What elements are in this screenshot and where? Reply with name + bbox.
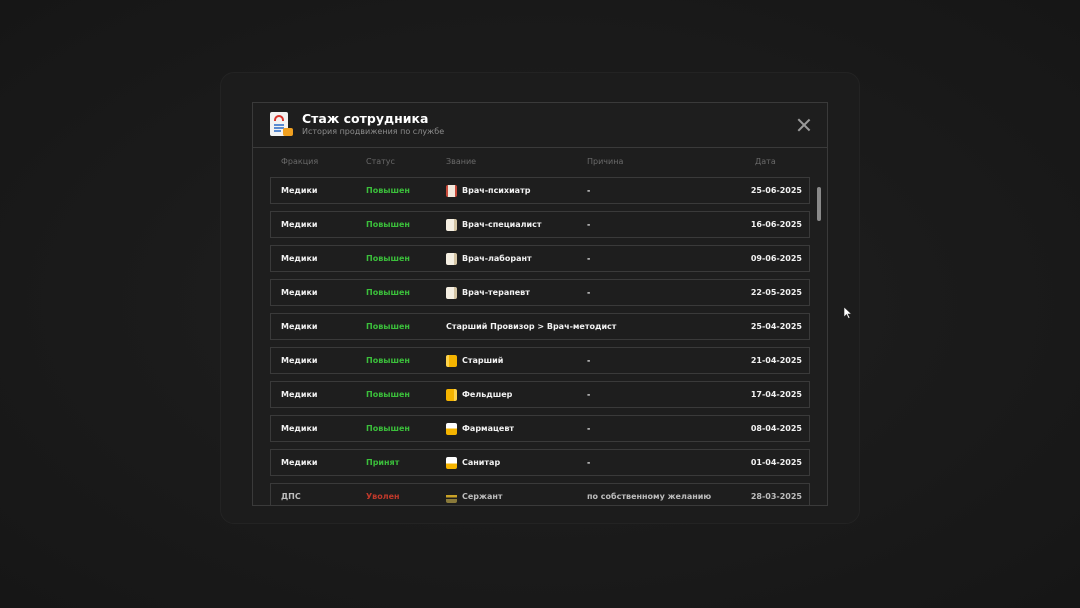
senior-coat-icon: [446, 355, 457, 367]
table-row[interactable]: Медики Повышен Фельдшер - 17-04-2025: [270, 381, 810, 408]
row-status: Повышен: [366, 356, 410, 365]
doctor-coat-icon: [446, 253, 457, 265]
row-rank: Врач-лаборант: [462, 254, 532, 263]
table-row[interactable]: Медики Повышен Врач-специалист - 16-06-2…: [270, 211, 810, 238]
row-reason: -: [587, 186, 591, 195]
column-header-faction: Фракция: [281, 157, 319, 166]
row-rank: Санитар: [462, 458, 501, 467]
row-faction: Медики: [281, 458, 318, 467]
history-list[interactable]: Медики Повышен Врач-психиатр - 25-06-202…: [270, 177, 810, 505]
row-status: Повышен: [366, 220, 410, 229]
table-header: Фракция Статус Звание Причина Дата: [253, 157, 827, 171]
column-header-date: Дата: [755, 157, 776, 166]
column-header-rank: Звание: [446, 157, 477, 166]
row-reason: по собственному желанию: [587, 492, 712, 501]
table-row[interactable]: Медики Повышен Фармацевт - 08-04-2025: [270, 415, 810, 442]
document-icon: [270, 112, 293, 136]
row-status: Повышен: [366, 186, 410, 195]
row-status: Повышен: [366, 254, 410, 263]
close-icon[interactable]: [795, 116, 813, 134]
row-date: 28-03-2025: [750, 492, 802, 501]
row-rank: Старший: [462, 356, 504, 365]
column-header-status: Статус: [366, 157, 395, 166]
row-rank: Врач-психиатр: [462, 186, 531, 195]
sergeant-badge-icon: [446, 491, 457, 503]
row-rank: Старший Провизор > Врач-методист: [446, 322, 617, 331]
doctor-coat-icon: [446, 287, 457, 299]
column-header-reason: Причина: [587, 157, 624, 166]
row-reason: -: [587, 288, 591, 297]
pharma-coat-icon: [446, 423, 457, 435]
row-faction: Медики: [281, 424, 318, 433]
row-rank: Врач-терапевт: [462, 288, 530, 297]
employee-tenure-modal: Стаж сотрудника История продвижения по с…: [252, 102, 828, 506]
row-date: 25-04-2025: [750, 322, 802, 331]
table-row[interactable]: Медики Повышен Старший - 21-04-2025: [270, 347, 810, 374]
row-rank: Сержант: [462, 492, 503, 501]
row-date: 21-04-2025: [750, 356, 802, 365]
row-reason: -: [587, 254, 591, 263]
modal-header: Стаж сотрудника История продвижения по с…: [253, 103, 827, 148]
row-reason: -: [587, 458, 591, 467]
sanitar-coat-icon: [446, 457, 457, 469]
row-date: 16-06-2025: [750, 220, 802, 229]
row-date: 01-04-2025: [750, 458, 802, 467]
row-reason: -: [587, 356, 591, 365]
row-status: Повышен: [366, 288, 410, 297]
table-row[interactable]: Медики Повышен Врач-психиатр - 25-06-202…: [270, 177, 810, 204]
row-date: 17-04-2025: [750, 390, 802, 399]
row-faction: Медики: [281, 322, 318, 331]
row-date: 25-06-2025: [750, 186, 802, 195]
row-status: Повышен: [366, 322, 410, 331]
row-date: 22-05-2025: [750, 288, 802, 297]
row-date: 09-06-2025: [750, 254, 802, 263]
mouse-cursor-icon: [844, 307, 852, 319]
modal-subtitle: История продвижения по службе: [302, 127, 445, 136]
row-reason: -: [587, 220, 591, 229]
modal-title: Стаж сотрудника: [302, 111, 429, 126]
scrollbar-thumb[interactable]: [817, 187, 821, 221]
table-row[interactable]: Медики Принят Санитар - 01-04-2025: [270, 449, 810, 476]
row-status: Уволен: [366, 492, 400, 501]
row-reason: -: [587, 424, 591, 433]
table-row[interactable]: ДПС Уволен Сержант по собственному желан…: [270, 483, 810, 505]
row-status: Повышен: [366, 390, 410, 399]
row-rank: Врач-специалист: [462, 220, 542, 229]
row-faction: Медики: [281, 356, 318, 365]
row-date: 08-04-2025: [750, 424, 802, 433]
row-faction: Медики: [281, 186, 318, 195]
doctor-red-icon: [446, 185, 457, 197]
row-status: Принят: [366, 458, 400, 467]
row-status: Повышен: [366, 424, 410, 433]
doctor-coat-icon: [446, 219, 457, 231]
table-row[interactable]: Медики Повышен Врач-терапевт - 22-05-202…: [270, 279, 810, 306]
row-faction: Медики: [281, 390, 318, 399]
row-rank: Фармацевт: [462, 424, 515, 433]
feldsher-coat-icon: [446, 389, 457, 401]
row-faction: ДПС: [281, 492, 301, 501]
row-faction: Медики: [281, 220, 318, 229]
row-rank: Фельдшер: [462, 390, 513, 399]
row-faction: Медики: [281, 254, 318, 263]
table-row[interactable]: Медики Повышен Врач-лаборант - 09-06-202…: [270, 245, 810, 272]
row-reason: -: [587, 390, 591, 399]
table-row[interactable]: Медики Повышен Старший Провизор > Врач-м…: [270, 313, 810, 340]
row-faction: Медики: [281, 288, 318, 297]
